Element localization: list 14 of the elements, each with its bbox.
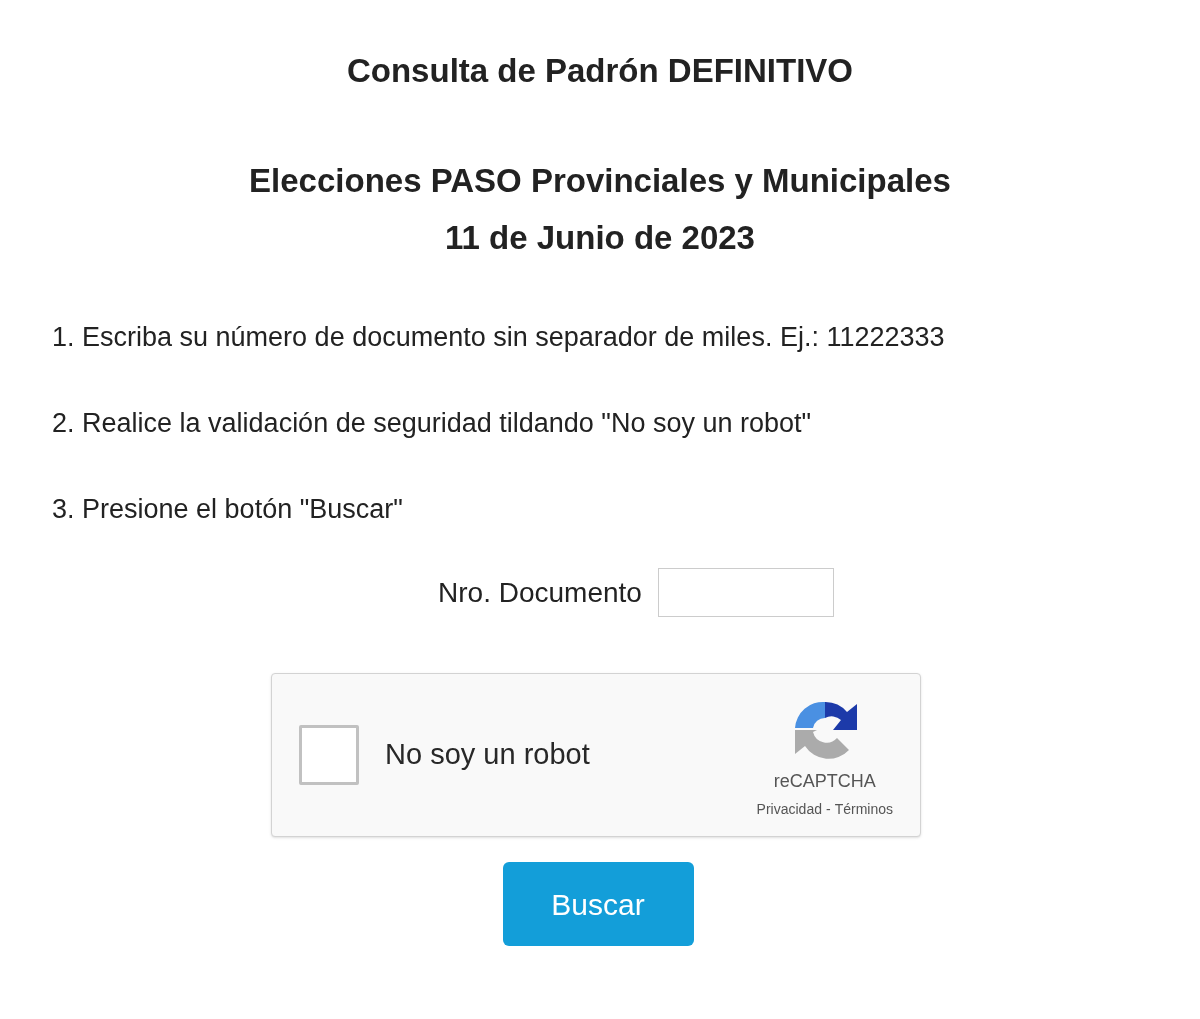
instruction-text: 3. Presione el botón "Buscar" [52,493,404,526]
captcha-checkbox[interactable] [299,725,359,785]
page-subtitle: 11 de Junio de 2023 [445,218,755,258]
instruction-text: 1. Escriba su número de documento sin separador de miles. Ej.: 11222333 [52,321,945,354]
page-subtitle: Elecciones PASO Provinciales y Municipales [249,161,951,201]
captcha-label: No soy un robot [385,737,590,773]
terms-link[interactable]: Términos [834,799,893,820]
instruction-text: 2. Realice la validación de seguridad tildando "No soy un robot" [52,407,813,440]
link-separator: - [825,800,831,819]
privacy-link[interactable]: Privacidad [756,799,822,820]
recaptcha-brand: reCAPTCHA [773,770,876,793]
document-input-field[interactable] [657,568,834,617]
page-title: Consulta de Padrón DEFINITIVO [346,51,853,91]
field-label: Nro. Documento [438,575,642,610]
